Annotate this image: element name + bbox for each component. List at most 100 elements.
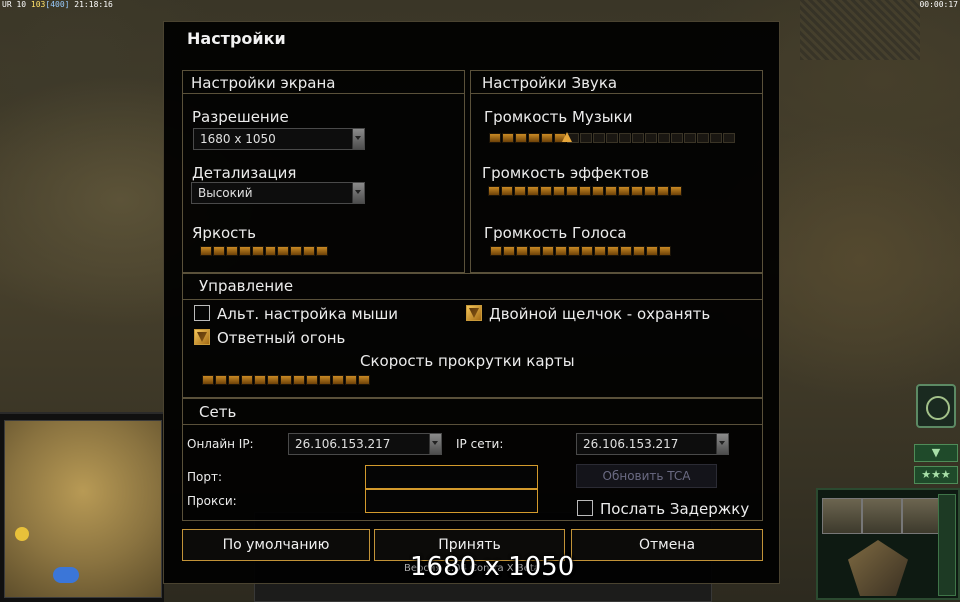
- slider-segment: [529, 246, 541, 256]
- slider-segment: [632, 133, 644, 143]
- online-ip-value: 26.106.153.217: [295, 437, 391, 451]
- divider: [182, 424, 763, 425]
- slider-segment: [593, 133, 605, 143]
- slider-segment: [503, 246, 515, 256]
- controls-header: Управление: [199, 277, 294, 295]
- compass-icon[interactable]: [916, 384, 956, 428]
- slider-segment: [528, 133, 540, 143]
- music-volume-label: Громкость Музыки: [484, 108, 633, 126]
- slider-segment: [594, 246, 606, 256]
- slider-segment: [267, 375, 279, 385]
- slider-segment: [501, 186, 513, 196]
- slider-segment: [516, 246, 528, 256]
- update-tca-button[interactable]: Обновить TCA: [576, 464, 717, 488]
- detail-value: Высокий: [198, 186, 253, 200]
- slider-segment: [502, 133, 514, 143]
- slider-segment: [581, 246, 593, 256]
- slider-segment: [488, 186, 500, 196]
- retaliation-checkbox[interactable]: [194, 329, 210, 345]
- slider-segment: [241, 375, 253, 385]
- tab-rank-button[interactable]: ★★★: [914, 466, 958, 484]
- slider-segment: [553, 186, 565, 196]
- slider-segment: [212, 246, 225, 256]
- slider-segment: [710, 133, 722, 143]
- minimap-terrain[interactable]: [4, 420, 162, 598]
- brightness-slider[interactable]: [200, 245, 329, 257]
- unit-slot[interactable]: [862, 498, 902, 534]
- slider-segment: [644, 186, 656, 196]
- online-ip-select[interactable]: 26.106.153.217: [288, 433, 442, 455]
- settings-dialog: Настройки Настройки экрана Разрешение 16…: [163, 21, 780, 584]
- lan-ip-label: IP сети:: [456, 437, 504, 451]
- slider-segment: [658, 133, 670, 143]
- slider-segment: [202, 375, 214, 385]
- double-click-checkbox[interactable]: [466, 305, 482, 321]
- resolution-select[interactable]: 1680 x 1050: [193, 128, 365, 150]
- divider: [182, 299, 763, 300]
- send-delay-checkbox[interactable]: [577, 500, 593, 516]
- proxy-input[interactable]: [365, 489, 538, 513]
- port-input[interactable]: [365, 465, 538, 489]
- slider-segment: [277, 246, 290, 256]
- alt-mouse-label[interactable]: Альт. настройка мыши: [217, 305, 398, 323]
- chevron-down-icon[interactable]: [352, 183, 364, 203]
- fps-value: 103: [30, 0, 46, 9]
- slider-segment: [254, 375, 266, 385]
- slider-segment: [514, 186, 526, 196]
- slider-segment: [645, 133, 657, 143]
- slider-segment: [670, 186, 682, 196]
- slider-segment: [293, 375, 305, 385]
- hud-topbar: UR 10 103[400] 21:18:16 00:00:17: [0, 0, 960, 9]
- unit-portrait-panel: [816, 488, 960, 600]
- retaliation-label[interactable]: Ответный огонь: [217, 329, 345, 347]
- slider-segment: [684, 133, 696, 143]
- slider-segment: [316, 246, 329, 256]
- slider-segment: [580, 133, 592, 143]
- slider-segment: [568, 246, 580, 256]
- slider-segment: [555, 246, 567, 256]
- divider: [182, 93, 465, 94]
- voice-volume-slider[interactable]: [490, 245, 676, 257]
- slider-segment: [579, 186, 591, 196]
- defaults-button[interactable]: По умолчанию: [182, 529, 370, 561]
- slider-segment: [540, 186, 552, 196]
- divider: [470, 93, 763, 94]
- send-delay-label[interactable]: Послать Задержку: [600, 500, 749, 518]
- slider-thumb[interactable]: [562, 132, 572, 142]
- detail-select[interactable]: Высокий: [191, 182, 365, 204]
- tab-collapse-button[interactable]: ▼: [914, 444, 958, 462]
- chevron-down-icon[interactable]: [352, 129, 364, 149]
- online-ip-label: Онлайн IP:: [187, 437, 254, 451]
- fps-extra: [400]: [45, 0, 70, 9]
- slider-segment: [332, 375, 344, 385]
- resolution-label: Разрешение: [192, 108, 289, 126]
- slider-segment: [251, 246, 264, 256]
- slider-segment: [490, 246, 502, 256]
- slider-segment: [290, 246, 303, 256]
- slider-segment: [566, 186, 578, 196]
- lan-ip-select[interactable]: 26.106.153.217: [576, 433, 729, 455]
- cancel-button[interactable]: Отмена: [571, 529, 763, 561]
- chevron-down-icon[interactable]: [716, 434, 728, 454]
- slider-segment: [215, 375, 227, 385]
- double-click-label[interactable]: Двойной щелчок - охранять: [489, 305, 710, 323]
- slider-segment: [345, 375, 357, 385]
- slider-segment: [228, 375, 240, 385]
- chevron-down-icon[interactable]: [429, 434, 441, 454]
- slider-segment: [280, 375, 292, 385]
- minimap-water: [53, 567, 79, 583]
- alt-mouse-checkbox[interactable]: [194, 305, 210, 321]
- effects-volume-slider[interactable]: [488, 185, 688, 197]
- slider-segment: [200, 246, 212, 256]
- scroll-speed-slider[interactable]: [202, 374, 374, 386]
- music-volume-slider[interactable]: [489, 132, 741, 144]
- sound-settings-header: Настройки Звука: [482, 74, 618, 92]
- voice-volume-label: Громкость Голоса: [484, 224, 627, 242]
- display-settings-header: Настройки экрана: [191, 74, 336, 92]
- dialog-title: Настройки: [187, 29, 286, 48]
- minimap[interactable]: [0, 412, 164, 602]
- slider-segment: [542, 246, 554, 256]
- unit-slot[interactable]: [902, 498, 942, 534]
- unit-slot[interactable]: [822, 498, 862, 534]
- slider-segment: [592, 186, 604, 196]
